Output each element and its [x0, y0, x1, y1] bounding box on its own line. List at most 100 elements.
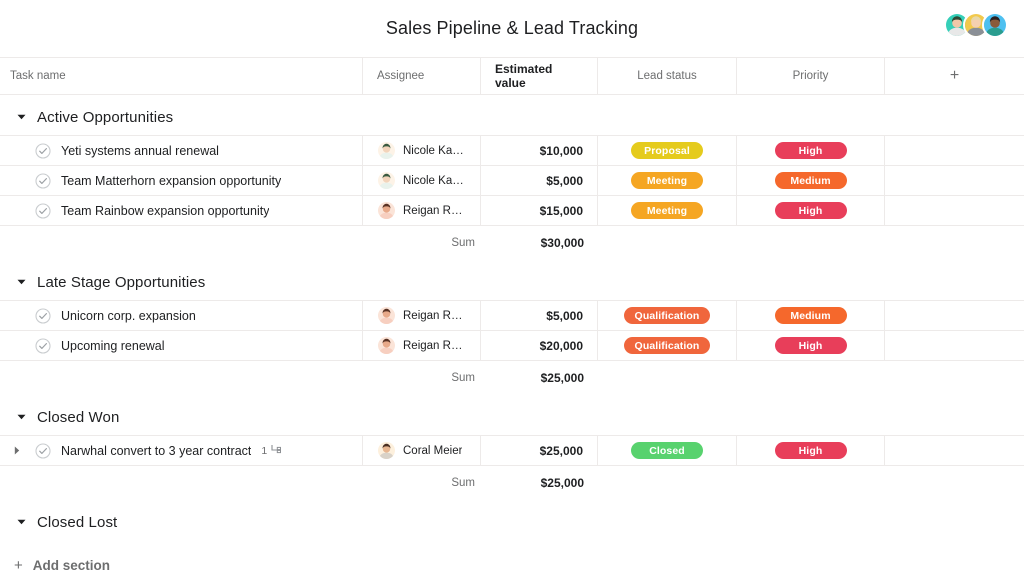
priority-badge[interactable]: High: [774, 202, 847, 219]
cell-assignee[interactable]: Nicole Kaptur: [363, 166, 481, 195]
priority-badge[interactable]: Medium: [774, 172, 847, 189]
status-badge[interactable]: Meeting: [631, 202, 703, 219]
cell-assignee[interactable]: Reigan Reach: [363, 301, 481, 330]
avatar[interactable]: [982, 12, 1008, 38]
priority-badge[interactable]: High: [774, 442, 847, 459]
member-avatar-group[interactable]: [944, 12, 1008, 38]
status-badge[interactable]: Proposal: [631, 142, 703, 159]
cell-priority[interactable]: Medium: [737, 166, 885, 195]
add-column-button[interactable]: +: [885, 57, 1024, 95]
cell-task-name[interactable]: Team Rainbow expansion opportunity: [0, 196, 363, 225]
cell-assignee[interactable]: Coral Meier: [363, 436, 481, 465]
assignee[interactable]: Reigan Reach: [377, 201, 466, 220]
cell-lead-status[interactable]: Meeting: [598, 196, 737, 225]
cell-estimated-value[interactable]: $5,000: [481, 301, 598, 330]
cell-task-name[interactable]: Team Matterhorn expansion opportunity: [0, 166, 363, 195]
column-header-lead-status[interactable]: Lead status: [598, 57, 737, 95]
complete-task-icon[interactable]: [35, 307, 51, 324]
status-badge[interactable]: Qualification: [623, 337, 711, 354]
assignee[interactable]: Reigan Reach: [377, 336, 466, 355]
avatar: [377, 441, 396, 460]
task-name-label: Upcoming renewal: [61, 338, 165, 353]
cell-lead-status[interactable]: Meeting: [598, 166, 737, 195]
avatar: [377, 171, 396, 190]
column-header-assignee[interactable]: Assignee: [363, 57, 481, 95]
sum-label: Sum: [451, 372, 475, 384]
cell-priority[interactable]: High: [737, 331, 885, 360]
complete-task-icon[interactable]: [35, 172, 51, 189]
status-badge[interactable]: Closed: [631, 442, 703, 459]
chevron-down-icon[interactable]: [13, 514, 29, 530]
chevron-down-icon[interactable]: [13, 274, 29, 290]
add-section-label: Add section: [32, 557, 111, 573]
complete-task-icon[interactable]: [35, 142, 51, 159]
cell-lead-status[interactable]: Qualification: [598, 331, 737, 360]
cell-estimated-value[interactable]: $20,000: [481, 331, 598, 360]
sum-value: $25,000: [540, 476, 584, 490]
cell-assignee[interactable]: Nicole Kaptur: [363, 136, 481, 165]
table-row[interactable]: Team Matterhorn expansion opportunity Ni…: [0, 166, 1024, 196]
table-row[interactable]: Narwhal convert to 3 year contract 1 Cora…: [0, 436, 1024, 466]
table-row[interactable]: Upcoming renewal Reigan Reach $20,000 Qual…: [0, 331, 1024, 361]
cell-estimated-value[interactable]: $15,000: [481, 196, 598, 225]
cell-assignee[interactable]: Reigan Reach: [363, 196, 481, 225]
priority-badge[interactable]: High: [774, 337, 847, 354]
section-header[interactable]: Active Opportunities: [0, 99, 1024, 135]
cell-task-name[interactable]: Upcoming renewal: [0, 331, 363, 360]
table-row[interactable]: Yeti systems annual renewal Nicole Kaptu…: [0, 136, 1024, 166]
expand-subtasks-icon[interactable]: [10, 444, 24, 458]
task-name-label: Yeti systems annual renewal: [61, 143, 219, 158]
section-header[interactable]: Closed Lost: [0, 504, 1024, 540]
status-badge[interactable]: Qualification: [623, 307, 711, 324]
assignee-name: Nicole Kaptur: [403, 144, 466, 157]
cell-lead-status[interactable]: Closed: [598, 436, 737, 465]
chevron-down-icon[interactable]: [13, 109, 29, 125]
assignee[interactable]: Nicole Kaptur: [377, 141, 466, 160]
complete-task-icon[interactable]: [35, 202, 51, 219]
table-row[interactable]: Unicorn corp. expansion Reigan Reach $5,0…: [0, 301, 1024, 331]
cell-estimated-value[interactable]: $10,000: [481, 136, 598, 165]
chevron-down-icon[interactable]: [13, 409, 29, 425]
assignee[interactable]: Coral Meier: [377, 441, 462, 460]
cell-estimated-value[interactable]: $25,000: [481, 436, 598, 465]
cell-priority[interactable]: High: [737, 136, 885, 165]
priority-badge[interactable]: High: [774, 142, 847, 159]
add-section-button[interactable]: + Add section: [0, 548, 1024, 582]
status-badge[interactable]: Meeting: [631, 172, 703, 189]
column-header-task-name[interactable]: Task name: [0, 57, 363, 95]
table-row[interactable]: Team Rainbow expansion opportunity Reiga…: [0, 196, 1024, 226]
cell-assignee[interactable]: Reigan Reach: [363, 331, 481, 360]
sum-label: Sum: [451, 237, 475, 249]
section-header[interactable]: Closed Won: [0, 399, 1024, 435]
cell-empty: [885, 331, 1024, 360]
cell-priority[interactable]: High: [737, 196, 885, 225]
cell-empty: [885, 301, 1024, 330]
section-sum-row: Sum $25,000: [0, 361, 1024, 395]
assignee[interactable]: Reigan Reach: [377, 306, 466, 325]
section-title: Closed Lost: [37, 513, 118, 531]
task-section: Closed Won Narwhal convert to 3 year con…: [0, 399, 1024, 500]
section-title: Late Stage Opportunities: [37, 273, 206, 291]
task-name-label: Team Rainbow expansion opportunity: [61, 203, 270, 218]
assignee[interactable]: Nicole Kaptur: [377, 171, 466, 190]
column-header-estimated-value[interactable]: Estimated value: [481, 57, 598, 95]
column-header-priority[interactable]: Priority: [737, 57, 885, 95]
table-column-header: Task name Assignee Estimated value Lead …: [0, 57, 1024, 95]
avatar: [377, 201, 396, 220]
cell-task-name[interactable]: Unicorn corp. expansion: [0, 301, 363, 330]
cell-task-name[interactable]: Narwhal convert to 3 year contract 1: [0, 436, 363, 465]
cell-lead-status[interactable]: Qualification: [598, 301, 737, 330]
section-rows: Yeti systems annual renewal Nicole Kaptu…: [0, 135, 1024, 226]
section-sum-row: Sum $30,000: [0, 226, 1024, 260]
cell-lead-status[interactable]: Proposal: [598, 136, 737, 165]
cell-estimated-value[interactable]: $5,000: [481, 166, 598, 195]
plus-icon: +: [14, 556, 23, 574]
cell-priority[interactable]: Medium: [737, 301, 885, 330]
section-header[interactable]: Late Stage Opportunities: [0, 264, 1024, 300]
complete-task-icon[interactable]: [35, 442, 51, 459]
priority-badge[interactable]: Medium: [774, 307, 847, 324]
cell-task-name[interactable]: Yeti systems annual renewal: [0, 136, 363, 165]
complete-task-icon[interactable]: [35, 337, 51, 354]
cell-priority[interactable]: High: [737, 436, 885, 465]
section-rows: Unicorn corp. expansion Reigan Reach $5,0…: [0, 300, 1024, 361]
